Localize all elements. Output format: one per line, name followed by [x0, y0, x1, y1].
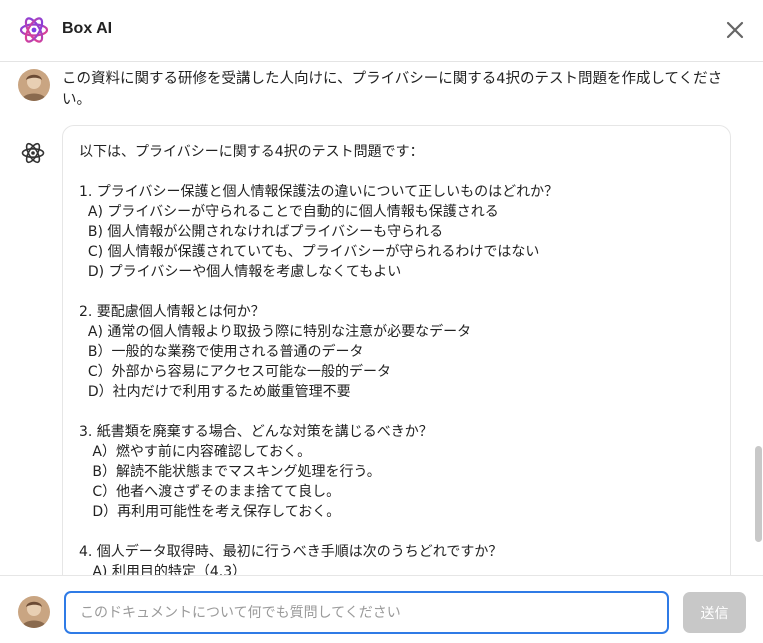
- ai-response-text: 以下は、プライバシーに関する4択のテスト問題です： 1. プライバシー保護と個人…: [79, 144, 559, 575]
- panel-header: Box AI: [0, 0, 763, 62]
- question-input[interactable]: [64, 591, 669, 634]
- user-avatar: [18, 69, 50, 101]
- composer-bar: 送信: [0, 575, 763, 643]
- send-button[interactable]: 送信: [683, 592, 746, 633]
- composer-user-avatar: [18, 596, 50, 628]
- user-message: この資料に関する研修を受講した人向けに、プライバシーに関する4択のテスト問題を作…: [62, 71, 723, 108]
- chat-scrollbar[interactable]: [755, 446, 762, 542]
- close-icon[interactable]: [722, 17, 748, 43]
- ai-response-card: 以下は、プライバシーに関する4択のテスト問題です： 1. プライバシー保護と個人…: [62, 125, 731, 575]
- conversation-area[interactable]: この資料に関する研修を受講した人向けに、プライバシーに関する4択のテスト問題を作…: [0, 62, 763, 575]
- panel-title: Box AI: [62, 20, 113, 37]
- box-ai-atom-icon: [19, 17, 49, 43]
- box-ai-response-icon: [21, 142, 45, 164]
